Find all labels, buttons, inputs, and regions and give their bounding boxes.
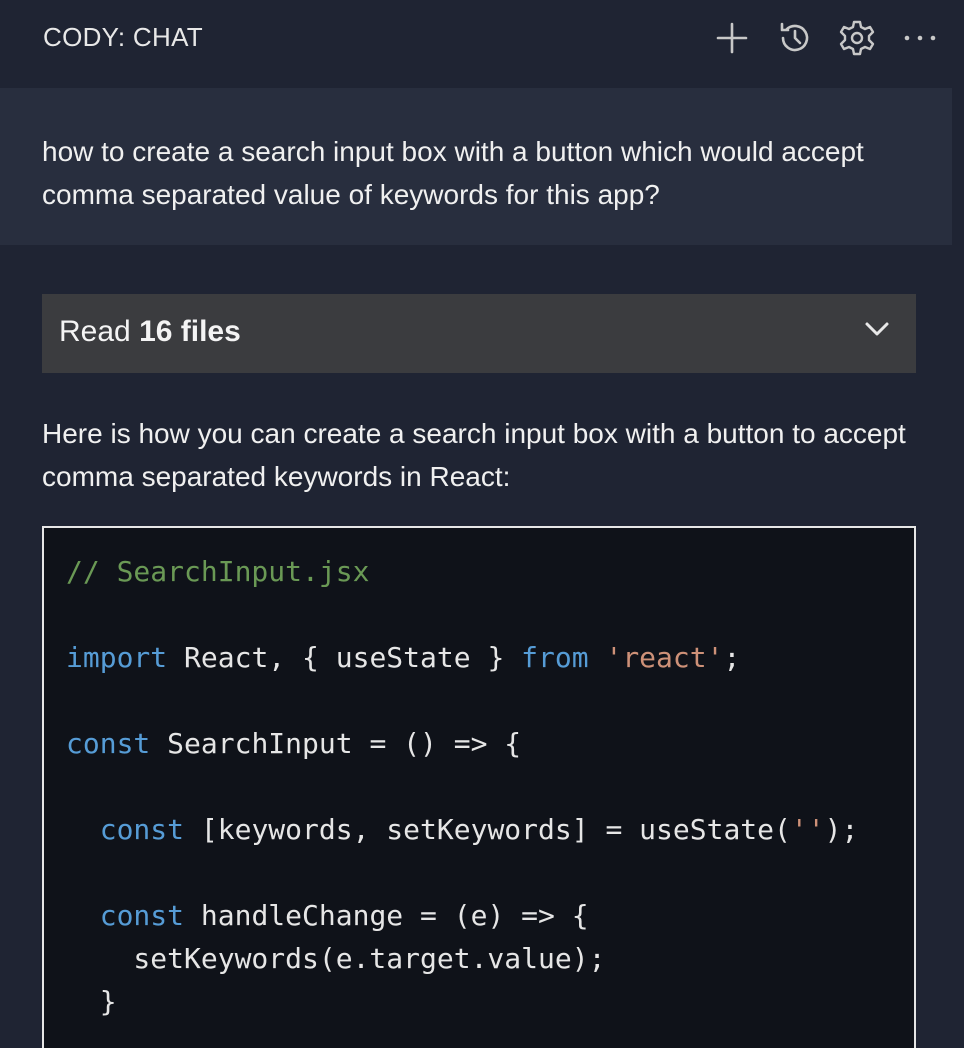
code-token-keyword: const: [99, 899, 185, 932]
code-line: setKeywords(e.target.value);: [66, 937, 858, 980]
code-token-plain: }: [66, 985, 117, 1018]
code-line: const SearchInput = () => {: [66, 722, 858, 765]
code-token-keyword: import: [66, 641, 168, 674]
code-block: // SearchInput.jsx import React, { useSta…: [42, 526, 916, 1048]
new-chat-button[interactable]: [708, 14, 756, 62]
code-line: const [keywords, setKeywords] = useState…: [66, 808, 859, 851]
cody-chat-panel: CODY: CHAT how to create a search input …: [0, 0, 964, 1048]
more-actions-button[interactable]: [896, 14, 944, 62]
code-content: // SearchInput.jsx import React, { useSta…: [66, 550, 858, 1023]
code-token-plain: ;: [723, 641, 741, 674]
history-button[interactable]: [771, 14, 819, 62]
plus-icon: [714, 20, 750, 56]
code-token-comment: // SearchInput.jsx: [66, 555, 370, 588]
chat-header: CODY: CHAT: [0, 0, 964, 76]
code-line: }: [66, 980, 858, 1023]
code-token-plain: setKeywords(e.target.value);: [66, 942, 606, 975]
user-message: how to create a search input box with a …: [0, 88, 952, 245]
code-token-plain: );: [824, 813, 859, 846]
context-files-toggle[interactable]: Read 16 files: [42, 294, 916, 373]
assistant-message-text: Here is how you can create a search inpu…: [42, 418, 906, 492]
code-token-plain: [keywords, setKeywords] = useState(: [184, 813, 791, 846]
code-line: import React, { useState } from 'react';: [66, 636, 858, 679]
code-token-plain: React, { useState }: [167, 641, 522, 674]
more-icon: [903, 33, 937, 43]
code-token-keyword: const: [66, 727, 151, 760]
code-token-string: 'react': [605, 641, 724, 674]
user-message-text: how to create a search input box with a …: [42, 136, 864, 210]
settings-button[interactable]: [833, 14, 881, 62]
code-token-plain: SearchInput = () => {: [150, 727, 522, 760]
code-token-keyword: const: [99, 813, 185, 846]
code-token-keyword: from: [521, 641, 589, 674]
gear-icon: [837, 18, 877, 58]
code-token-string: '': [790, 813, 825, 846]
code-line: const handleChange = (e) => {: [66, 894, 858, 937]
context-prefix: Read: [59, 315, 131, 348]
context-files-label: Read 16 files: [59, 315, 241, 349]
context-files-count: 16 files: [139, 315, 241, 348]
code-line: // SearchInput.jsx: [66, 550, 858, 593]
code-token-plain: handleChange = (e) => {: [184, 899, 589, 932]
panel-title: CODY: CHAT: [43, 22, 203, 52]
chevron-down-icon: [864, 321, 890, 342]
history-icon: [776, 19, 814, 57]
